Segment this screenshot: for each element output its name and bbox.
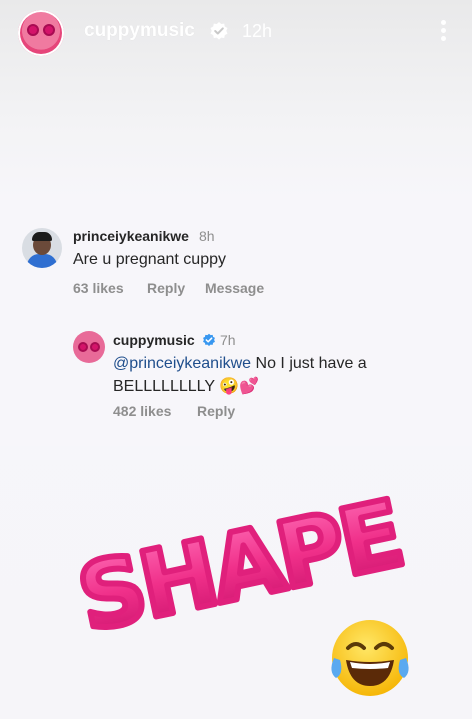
comment-timestamp: 8h [199, 228, 215, 244]
comment-likes[interactable]: 63 likes [73, 280, 124, 296]
comment-username[interactable]: princeiykeanikwe [73, 228, 189, 244]
laughing-emoji-icon [331, 620, 409, 696]
reply-timestamp: 7h [220, 332, 236, 348]
reply-text-line2: BELLLLLLLLY [113, 378, 215, 395]
message-button[interactable]: Message [205, 280, 264, 296]
glasses-icon [27, 24, 55, 36]
avatar[interactable] [73, 331, 105, 363]
reply-username[interactable]: cuppymusic [113, 332, 195, 348]
story-header: cuppymusic 12h [0, 0, 472, 64]
reply-text: @princeiykeanikwe No I just have a BELLL… [113, 352, 413, 398]
avatar[interactable] [22, 228, 62, 268]
shared-comment-card: princeiykeanikwe 8h Are u pregnant cuppy… [0, 194, 472, 446]
story-username[interactable]: cuppymusic [84, 20, 195, 42]
verified-badge-icon [203, 333, 215, 347]
mention-link[interactable]: @princeiykeanikwe [113, 355, 251, 372]
reply-button[interactable]: Reply [197, 403, 235, 419]
reply-likes[interactable]: 482 likes [113, 403, 171, 419]
story-timestamp: 12h [242, 21, 273, 41]
comment-text: Are u pregnant cuppy [73, 251, 226, 268]
more-vertical-icon[interactable] [438, 18, 448, 44]
verified-badge-icon [210, 22, 228, 40]
reply-text-line1: No I just have a [251, 355, 367, 372]
avatar[interactable] [18, 10, 64, 56]
reply-button[interactable]: Reply [147, 280, 185, 296]
reply-emojis: 🤪💕 [219, 378, 260, 395]
